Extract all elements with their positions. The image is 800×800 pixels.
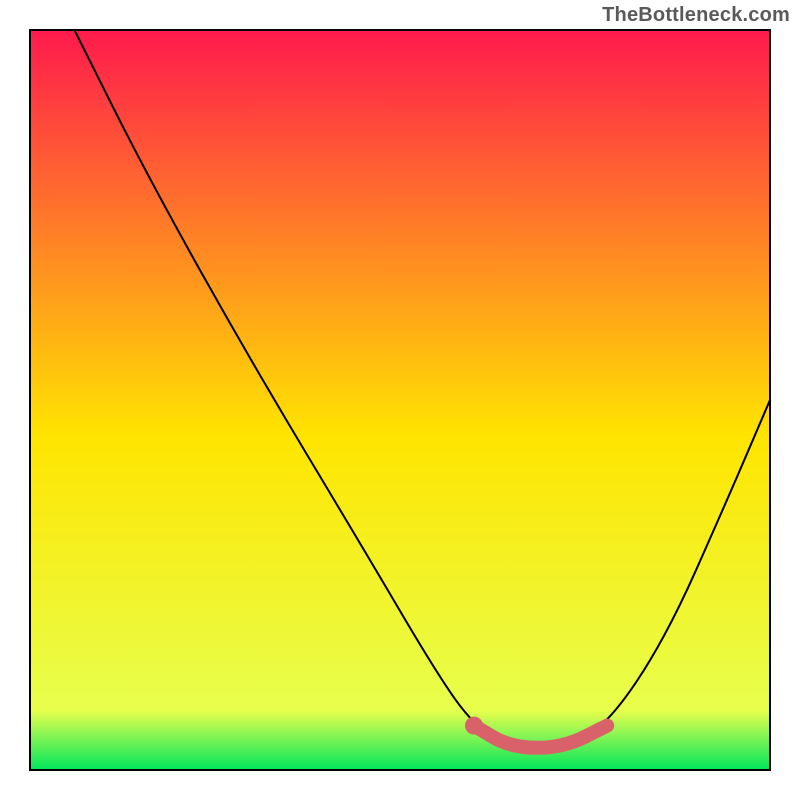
bottleneck-chart: TheBottleneck.com <box>0 0 800 800</box>
plot-area <box>30 30 770 770</box>
highlight-dot-icon <box>465 717 483 735</box>
plot-background <box>30 30 770 770</box>
chart-svg <box>0 0 800 800</box>
watermark-label: TheBottleneck.com <box>602 4 790 27</box>
